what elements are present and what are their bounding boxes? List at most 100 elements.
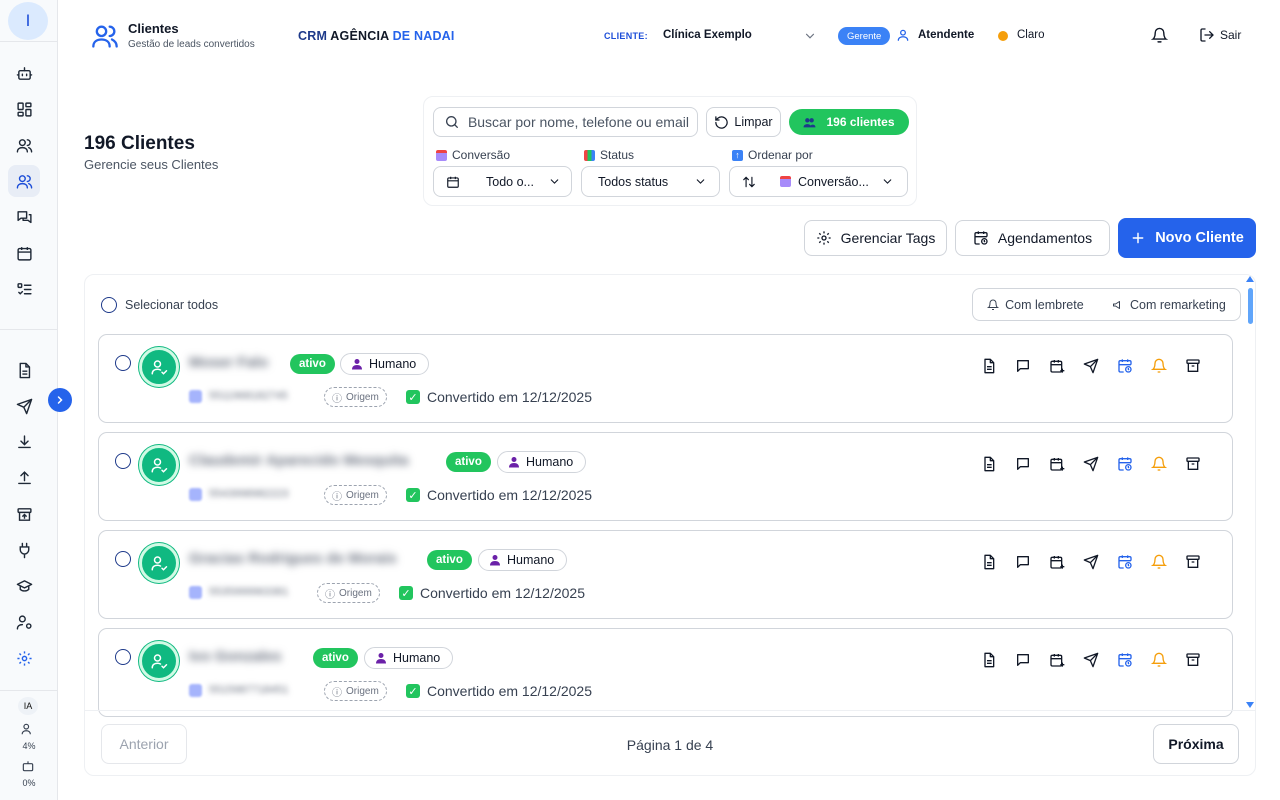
sidebar-item-tasks[interactable] [8,273,40,305]
person-icon [352,359,362,370]
type-badge: Humano [497,451,587,473]
order-filter-select[interactable]: Conversão... [729,166,908,197]
client-row[interactable]: Ivo Gonzales ativo Humano 5515987718451 … [98,628,1233,717]
row-select-checkbox[interactable] [115,649,131,665]
sidebar-toggle-button[interactable] [48,388,72,412]
converted-date: ✓ Convertido em 12/12/2025 [406,683,592,699]
check-icon: ✓ [406,488,420,502]
sidebar-item-user-settings[interactable] [8,606,40,638]
sidebar-item-leads[interactable] [8,129,40,161]
sidebar-item-archive[interactable] [8,498,40,530]
scrollbar-thumb[interactable] [1248,288,1253,324]
row-actions [979,454,1203,474]
users-usage-value: 4% [22,741,36,751]
client-row[interactable]: Claudemir Aparecido Mesquita ativo Human… [98,432,1233,521]
origin-badge[interactable]: ⓘ Origem [324,387,387,407]
bell-icon[interactable] [1149,454,1169,474]
sidebar-item-clientes[interactable] [8,165,40,197]
send-icon[interactable] [1081,454,1101,474]
notes-icon[interactable] [979,552,999,572]
bell-icon[interactable] [1149,650,1169,670]
bell-icon[interactable] [1149,356,1169,376]
sidebar-item-bot[interactable] [8,57,40,89]
user-name[interactable]: Atendente [918,29,974,41]
sidebar-item-import[interactable] [8,426,40,458]
logout-button[interactable]: Sair [1199,27,1241,43]
calendar-plus-icon[interactable] [1047,454,1067,474]
origin-badge[interactable]: ⓘ Origem [324,485,387,505]
schedules-button[interactable]: Agendamentos [955,220,1110,256]
clear-button[interactable]: Limpar [706,107,781,137]
client-select[interactable]: Clínica Exemplo [663,29,752,41]
sidebar-item-documents[interactable] [8,354,40,386]
sidebar-item-settings[interactable] [8,642,40,674]
message-icon[interactable] [1013,650,1033,670]
next-page-button[interactable]: Próxima [1153,724,1239,764]
calendar-clock-icon[interactable] [1115,356,1135,376]
gear-icon [16,650,32,666]
client-row[interactable]: Gracias Rodrigues de Morais ativo Humano… [98,530,1233,619]
bot-icon [16,66,32,80]
row-select-checkbox[interactable] [115,355,131,371]
theme-toggle[interactable]: Claro [1017,29,1044,41]
calendar-clock-icon[interactable] [1115,650,1135,670]
help-circle-icon: ⓘ [325,589,335,601]
conversion-filter-select[interactable]: Todo o... [433,166,572,197]
converted-date: ✓ Convertido em 12/12/2025 [406,487,592,503]
status-filter-select[interactable]: Todos status [581,166,720,197]
client-avatar [139,543,179,583]
search-box[interactable] [433,107,698,137]
calendar-plus-icon[interactable] [1047,650,1067,670]
archive-icon[interactable] [1183,356,1203,376]
list-scrollbar[interactable] [1244,276,1256,710]
checklist-icon [16,282,32,295]
status-badge: ativo [446,452,491,472]
calendar-clock-icon[interactable] [1115,454,1135,474]
filter-with-reminder[interactable]: Com lembrete [987,298,1084,312]
select-all-checkbox[interactable]: Selecionar todos [101,297,218,313]
sidebar-item-export[interactable] [8,462,40,494]
manage-tags-button[interactable]: Gerenciar Tags [804,220,947,256]
sidebar-item-chats[interactable] [8,201,40,233]
chevron-down-icon[interactable] [803,29,817,43]
filter-with-remarketing[interactable]: Com remarketing [1112,298,1226,312]
message-icon[interactable] [1013,454,1033,474]
origin-badge[interactable]: ⓘ Origem [324,681,387,701]
notes-icon[interactable] [979,356,999,376]
calendar-clock-icon[interactable] [1115,552,1135,572]
notes-icon[interactable] [979,650,999,670]
calendar-plus-icon[interactable] [1047,552,1067,572]
row-select-checkbox[interactable] [115,453,131,469]
client-row[interactable]: Moser Falo ativo Humano 5511968182745 ⓘ … [98,334,1233,423]
sun-icon[interactable] [998,31,1008,41]
select-all-radio[interactable] [101,297,117,313]
bell-icon[interactable] [1149,552,1169,572]
chevron-down-icon [883,179,892,184]
client-name: Ivo Gonzales [189,648,282,665]
type-label: Humano [507,553,555,567]
send-icon[interactable] [1081,356,1101,376]
sidebar-item-send[interactable] [8,390,40,422]
users-icon [16,138,32,153]
sidebar-item-dashboard[interactable] [8,93,40,125]
sidebar-item-integrations[interactable] [8,534,40,566]
calendar-plus-icon[interactable] [1047,356,1067,376]
user-avatar[interactable]: I [8,2,48,40]
notes-icon[interactable] [979,454,999,474]
archive-icon[interactable] [1183,650,1203,670]
sidebar-item-calendar[interactable] [8,237,40,269]
message-icon[interactable] [1013,552,1033,572]
archive-icon[interactable] [1183,454,1203,474]
bell-icon[interactable] [1151,27,1168,44]
phone-icon [189,390,202,403]
send-icon[interactable] [1081,650,1101,670]
new-client-button[interactable]: Novo Cliente [1118,218,1256,258]
send-icon[interactable] [1081,552,1101,572]
sidebar-item-training[interactable] [8,570,40,602]
conversion-filter-label: Conversão [436,148,510,162]
search-input[interactable] [467,114,697,130]
origin-badge[interactable]: ⓘ Origem [317,583,380,603]
message-icon[interactable] [1013,356,1033,376]
row-select-checkbox[interactable] [115,551,131,567]
archive-icon[interactable] [1183,552,1203,572]
